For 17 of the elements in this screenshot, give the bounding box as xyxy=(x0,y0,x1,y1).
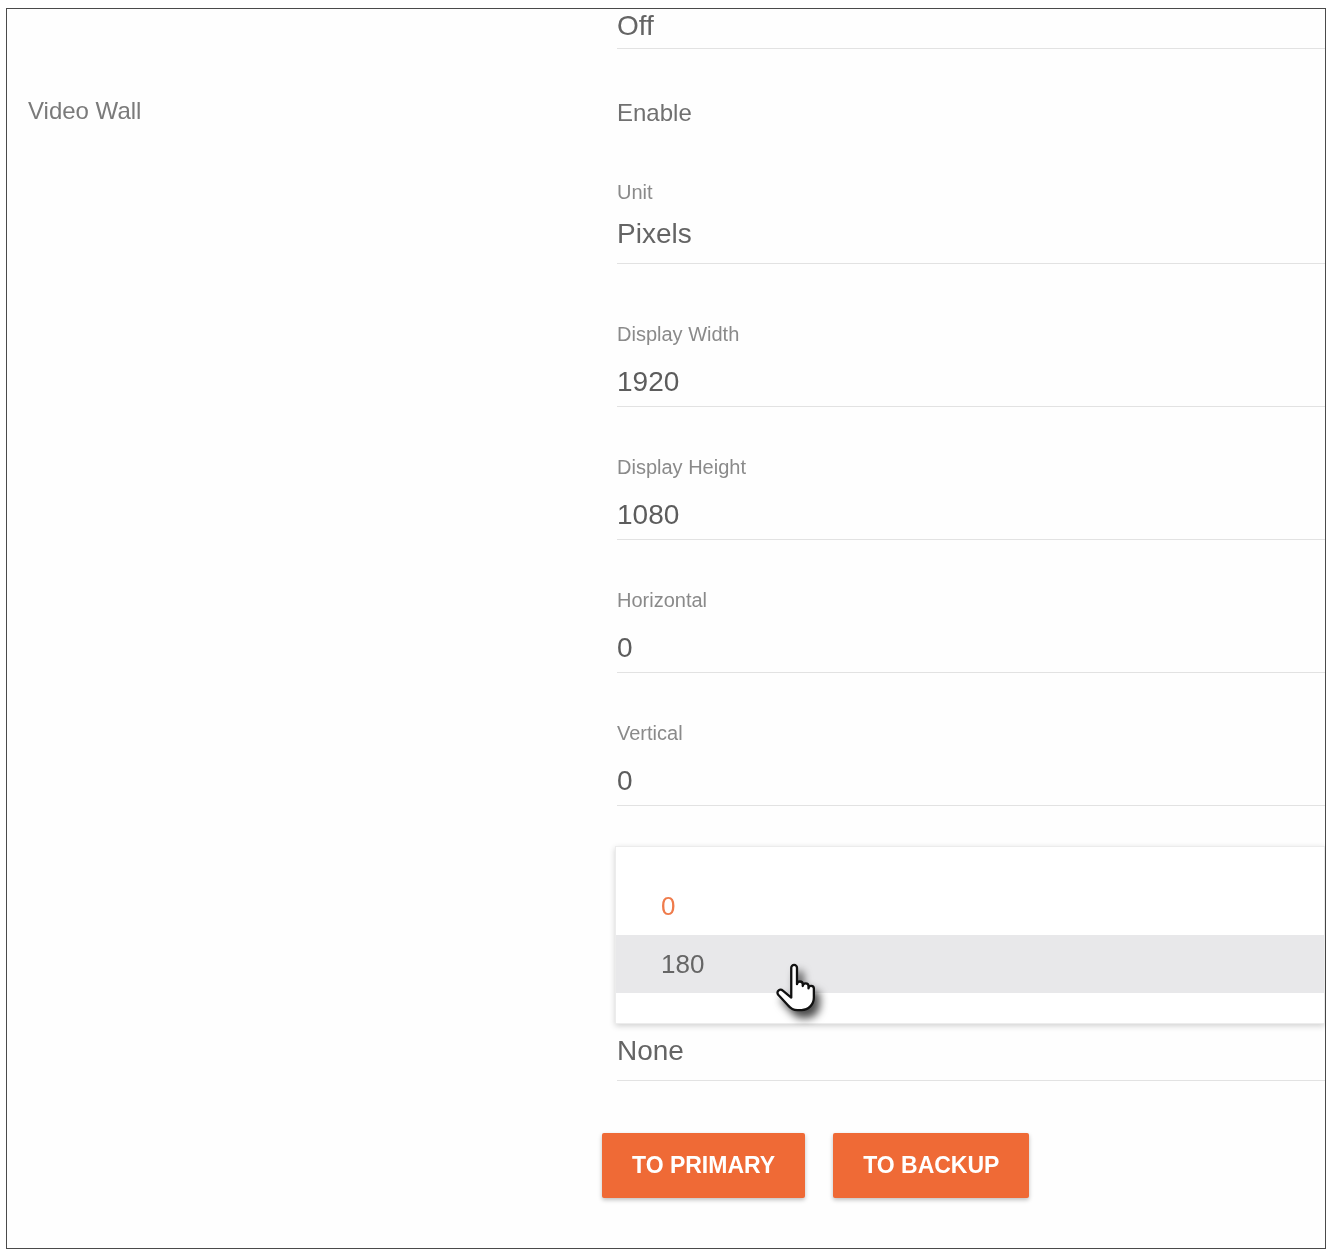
input-field[interactable]: 1920 xyxy=(617,365,1325,407)
select-field[interactable]: None xyxy=(617,1034,1325,1081)
input-field[interactable]: 0 xyxy=(617,764,1325,806)
input-field[interactable]: 1080 xyxy=(617,498,1325,540)
menu-option[interactable]: 180 xyxy=(616,935,1324,993)
section-label: Video Wall xyxy=(28,96,143,126)
field-label: Display Height xyxy=(617,455,747,480)
action-button[interactable]: TO PRIMARY xyxy=(602,1133,806,1198)
field-label: Display Width xyxy=(617,322,741,347)
select-field[interactable]: Pixels xyxy=(617,217,1325,264)
select-field[interactable]: Off xyxy=(617,9,1325,49)
field-label: Enable xyxy=(617,98,693,128)
field-label: Vertical xyxy=(617,721,684,746)
field-label: Unit xyxy=(617,180,654,205)
input-field[interactable]: 0 xyxy=(617,631,1325,673)
field-label: Horizontal xyxy=(617,588,709,613)
action-button[interactable]: TO BACKUP xyxy=(833,1133,1030,1198)
